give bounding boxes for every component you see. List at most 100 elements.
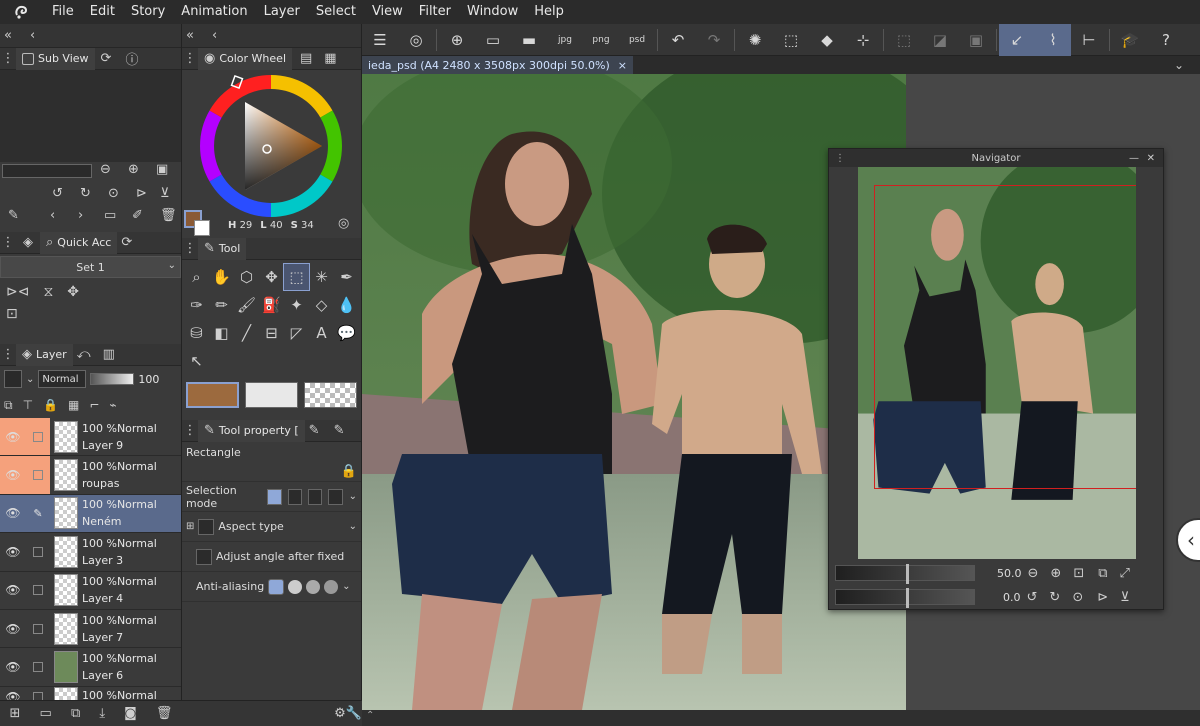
edit-icon[interactable]: ✐ [132,208,143,223]
folder-icon[interactable]: ▭ [104,208,116,223]
hand-icon[interactable]: ✋ [209,264,234,290]
brush-shape-icon[interactable]: ✎ [334,423,345,438]
settings-icon[interactable]: ⚙ [334,706,346,721]
special-ruler-snap-icon[interactable]: ⌇ [1035,23,1071,56]
layer-checkbox[interactable] [26,533,50,570]
chevron-up-icon[interactable]: ⌃ [366,710,374,721]
subtract-selection-icon[interactable] [307,488,323,505]
rotation-slider[interactable] [835,588,975,608]
balloon-icon[interactable]: 💬 [334,320,359,346]
chevron-down-icon[interactable]: ⌄ [26,374,34,385]
layer-color-box[interactable] [4,370,22,388]
tab-colorwheel[interactable]: ◉ Color Wheel [198,47,292,70]
rotation-value[interactable]: 0.0 [1003,591,1021,604]
sub-color-swatch[interactable] [245,382,299,408]
sub-color-chip[interactable] [194,220,210,236]
export-jpg-icon[interactable]: jpg [547,24,583,56]
menu-view[interactable]: View [364,0,411,24]
color-slider-icon[interactable]: ▤ [300,51,312,66]
zoom-out-icon[interactable]: ⊖ [1028,566,1039,581]
show-selection-icon[interactable]: ▣ [958,24,994,56]
text-icon[interactable]: A [309,320,334,346]
layer-checkbox[interactable] [26,456,50,494]
menu-select[interactable]: Select [308,0,364,24]
flip-horizontal-icon[interactable]: ⊳ [136,186,147,201]
close-icon[interactable]: ✕ [1147,153,1155,164]
sync-icon[interactable]: ⟳ [121,235,132,250]
layer-row[interactable]: 👁 100 %Normal Layer 7 [0,609,181,649]
export-png-icon[interactable]: png [583,24,619,56]
trash-icon[interactable]: 🗑 [160,208,177,223]
rotate-left-icon[interactable]: ↺ [52,186,63,201]
actual-size-icon[interactable]: ⧉ [1098,566,1107,581]
copy-layer-icon[interactable]: ⧉ [71,706,80,721]
help-icon[interactable]: ? [1148,24,1184,56]
new-raster-layer-icon[interactable]: ⊞ [10,706,21,721]
wheel-mode-icon[interactable]: ◎ [338,216,349,231]
rotate-left-icon[interactable]: ↺ [1027,590,1038,605]
eye-icon[interactable]: 👁 [0,572,26,609]
layer-checkbox[interactable] [26,648,50,685]
collapse-left-icon[interactable]: « [4,28,12,43]
undo-icon[interactable]: ↶ [660,24,696,56]
menu-story[interactable]: Story [123,0,173,24]
eye-icon[interactable]: 👁 [0,648,26,685]
menu-edit[interactable]: Edit [82,0,123,24]
chevron-left-icon[interactable]: ‹ [30,28,35,43]
color-set-icon[interactable]: ▦ [324,51,336,66]
ruler-icon[interactable]: ⊤ [23,398,33,412]
rectangle-selection-icon[interactable]: ⬚ [283,263,310,291]
reference-icon[interactable]: ⌁ [109,398,116,412]
collapse-icon[interactable]: « [186,28,194,43]
eye-icon[interactable]: 👁 [0,418,26,456]
subview-zoom-slider[interactable] [2,164,92,178]
chevron-down-icon[interactable]: ⌄ [1174,58,1184,72]
opacity-value[interactable]: 100 [138,373,159,386]
clip-icon[interactable]: ⌐ [89,398,99,412]
intersect-selection-icon[interactable] [328,488,343,505]
eyedropper-icon[interactable]: ✎ [8,208,19,223]
fill-icon[interactable]: ⛁ [184,320,209,346]
operation-icon[interactable]: ⬡ [234,264,259,290]
fit-icon[interactable]: ⊡ [1073,566,1084,581]
menu-filter[interactable]: Filter [411,0,459,24]
new-selection-icon[interactable] [267,488,282,505]
lock-icon[interactable]: 🔒 [341,464,357,479]
eye-icon[interactable]: 👁 [0,456,26,494]
layer-checkbox[interactable] [26,418,50,456]
wrench-icon[interactable]: 🔧 [346,706,362,721]
ruler-icon[interactable]: ◸ [284,320,309,346]
new-folder-icon[interactable]: ▭ [40,706,52,721]
quickaccess-set-select[interactable]: Set 1 ⌄ [0,256,181,278]
eraser-icon[interactable]: ◇ [309,292,334,318]
color-wheel[interactable]: H 29 L 40 S 34 ◎ [182,70,361,238]
menu-file[interactable]: File [44,0,82,24]
document-tab[interactable]: ieda_psd (A4 2480 x 3508px 300dpi 50.0%)… [362,56,633,74]
fill-icon[interactable]: ◆ [809,24,845,56]
brush-size-icon[interactable]: ✎ [309,423,320,438]
deselect-icon[interactable]: ⬚ [886,24,922,56]
menu-icon[interactable]: ☰ [362,24,398,56]
reset-rotation-icon[interactable]: ⊙ [1072,590,1083,605]
navigator-viewport-frame[interactable] [874,185,1136,489]
new-layer-folder-icon[interactable]: ⧉ [4,398,13,413]
adjust-angle-checkbox[interactable] [196,548,212,565]
fit-window-icon[interactable]: ⤢ [1120,566,1130,581]
lock-transparent-icon[interactable]: ▦ [68,398,79,412]
blend-mode-select[interactable]: Normal [38,370,87,388]
menu-window[interactable]: Window [459,0,526,24]
antialias-weak-icon[interactable] [288,579,303,594]
clip-studio-icon[interactable]: ◎ [398,24,434,56]
flip-vertical-icon[interactable]: ⊻ [160,186,170,201]
flip-horizontal-icon[interactable]: ⊳ [1097,590,1108,605]
lock-icon[interactable]: 🔒 [43,398,58,412]
antialias-strong-icon[interactable] [324,579,339,594]
decoration-icon[interactable]: ✦ [284,292,309,318]
invert-selection-icon[interactable]: ◪ [922,24,958,56]
flip-vertical-icon[interactable]: ⊻ [1120,590,1130,605]
layer-row[interactable]: 👁 100 %Normal Layer 9 [0,418,181,457]
chevron-down-icon[interactable]: ⌄ [349,521,357,532]
gradient-icon[interactable]: ◧ [209,320,234,346]
reset-icon[interactable]: ⊙ [108,186,119,201]
rotate-right-icon[interactable]: ↻ [80,186,91,201]
